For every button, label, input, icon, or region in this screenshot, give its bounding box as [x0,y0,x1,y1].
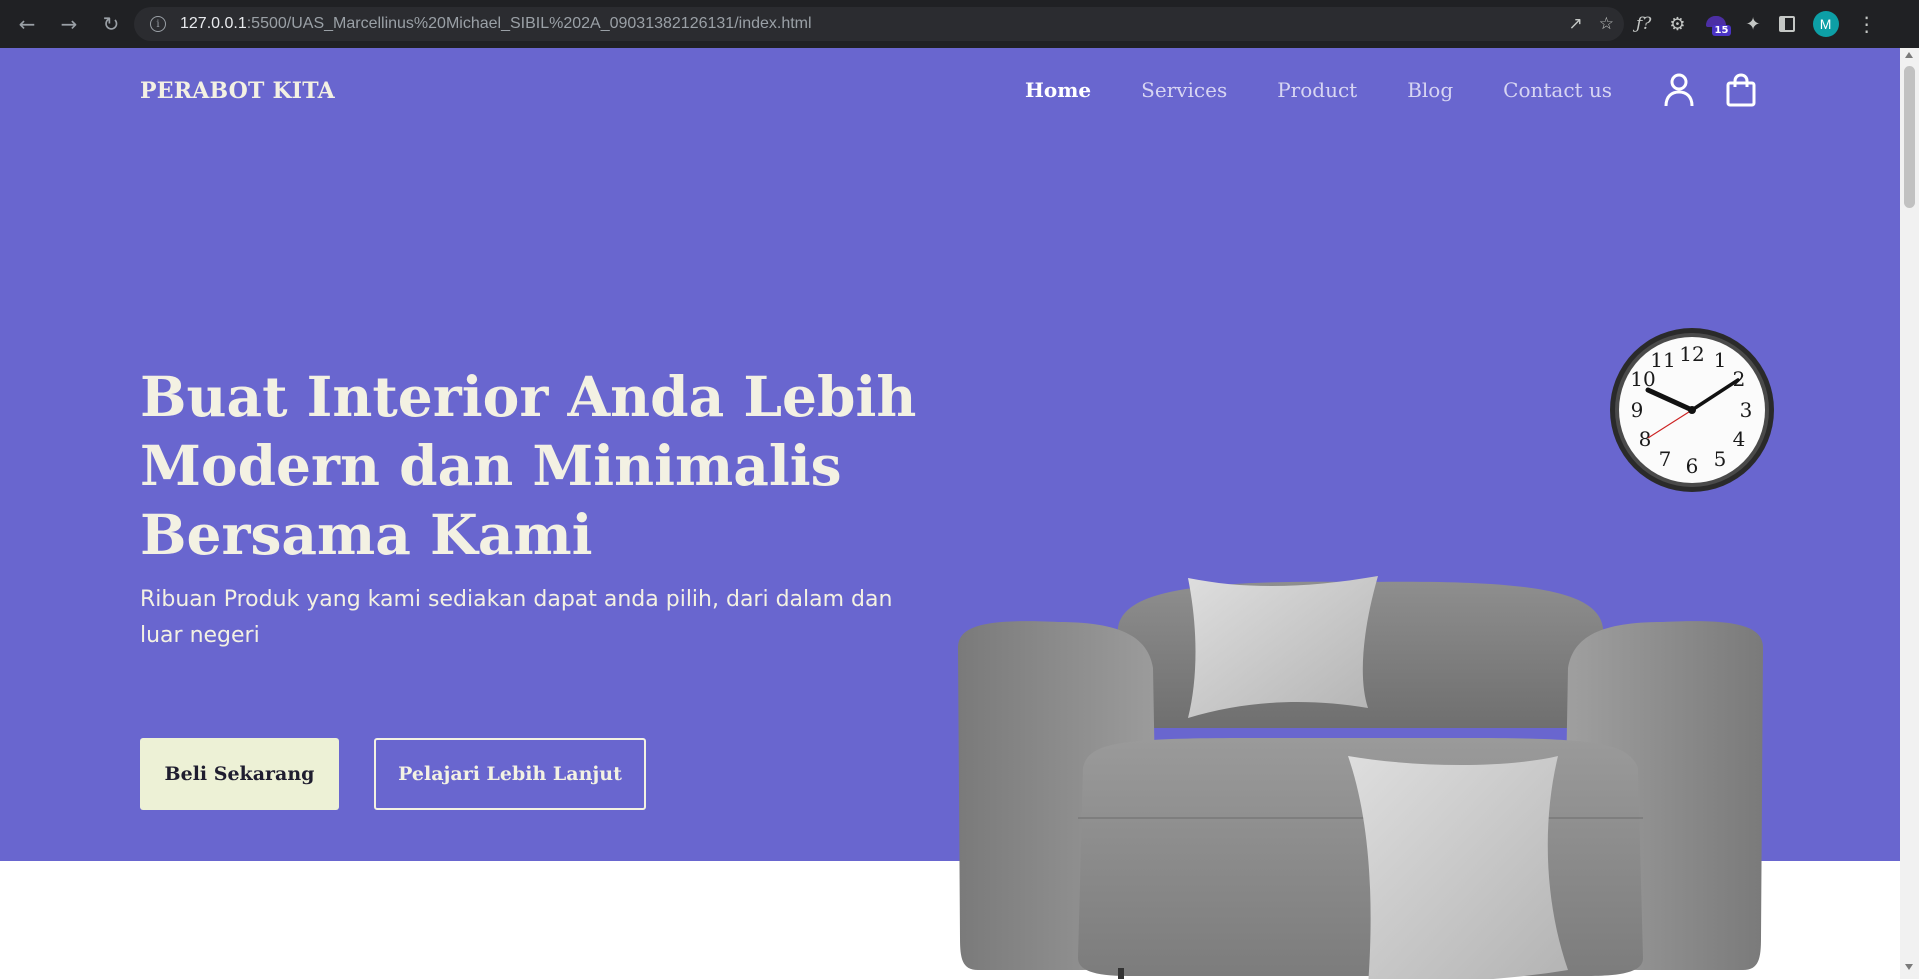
learn-more-button[interactable]: Pelajari Lebih Lanjut [374,738,646,810]
sofa-image [958,576,1763,979]
clock-num-7: 7 [1659,447,1672,471]
nav-home[interactable]: Home [1025,78,1091,102]
clock-num-9: 9 [1631,398,1644,422]
clock-num-12: 12 [1679,342,1704,366]
url-path: :5500/UAS_Marcellinus%20Michael_SIBIL%20… [246,15,812,32]
gear-extension-icon[interactable]: ⚙ [1669,14,1685,35]
address-bar[interactable]: i 127.0.0.1:5500/UAS_Marcellinus%20Micha… [134,7,1624,41]
main-nav: Home Services Product Blog Contact us [1025,78,1612,102]
scroll-down-arrow-icon[interactable] [1905,964,1913,970]
extension-badge: 15 [1711,25,1732,36]
hero-subtitle: Ribuan Produk yang kami sediakan dapat a… [140,587,893,648]
shopping-bag-icon[interactable] [1725,73,1757,107]
extensions-area: ƒ? ⚙ 15 ✦ M ⋮ [1636,7,1877,41]
puzzle-icon[interactable]: ✦ [1746,14,1761,35]
profile-avatar[interactable]: M [1812,11,1839,37]
extension-hat-icon[interactable]: 15 [1704,13,1732,36]
nav-blog[interactable]: Blog [1407,78,1453,102]
clock-num-5: 5 [1714,447,1727,471]
headline-line-1: Buat Interior Anda Lebih [140,364,917,429]
reload-icon[interactable]: ↻ [94,7,128,41]
buy-now-button[interactable]: Beli Sekarang [140,738,339,810]
site-info-icon[interactable]: i [150,16,166,32]
scroll-up-arrow-icon[interactable] [1905,52,1913,58]
wall-clock-image: 12 1 2 3 4 5 6 7 8 9 10 11 [1610,328,1774,492]
share-icon[interactable]: ↗ [1569,14,1583,34]
page-scrollbar[interactable] [1900,48,1919,979]
clock-num-4: 4 [1733,427,1746,451]
bookmark-star-icon[interactable]: ☆ [1599,14,1614,34]
clock-num-6: 6 [1686,454,1699,478]
side-panel-icon[interactable] [1778,16,1795,32]
clock-num-3: 3 [1740,398,1753,422]
back-icon[interactable]: ← [10,7,44,41]
user-icon[interactable] [1663,72,1695,108]
forward-icon[interactable]: → [52,7,86,41]
nav-contact[interactable]: Contact us [1503,78,1612,102]
url-host: 127.0.0.1 [180,15,247,32]
headline-line-2: Modern dan Minimalis [140,433,842,498]
clock-num-8: 8 [1639,427,1652,451]
headline-line-3: Bersama Kami [140,502,593,567]
url-text[interactable]: 127.0.0.1:5500/UAS_Marcellinus%20Michael… [180,15,812,33]
hero-headline: Buat Interior Anda Lebih Modern dan Mini… [140,362,960,569]
menu-kebab-icon[interactable]: ⋮ [1857,12,1877,36]
scrollbar-thumb[interactable] [1904,66,1915,208]
formula-extension-icon[interactable]: ƒ? [1636,14,1651,34]
clock-num-1: 1 [1714,348,1727,372]
browser-toolbar: ← → ↻ i 127.0.0.1:5500/UAS_Marcellinus%2… [0,0,1919,48]
nav-services[interactable]: Services [1141,78,1227,102]
nav-product[interactable]: Product [1277,78,1357,102]
page: PERABOT KITA Home Services Product Blog … [0,48,1900,979]
clock-num-11: 11 [1650,348,1675,372]
site-brand[interactable]: PERABOT KITA [140,78,335,104]
